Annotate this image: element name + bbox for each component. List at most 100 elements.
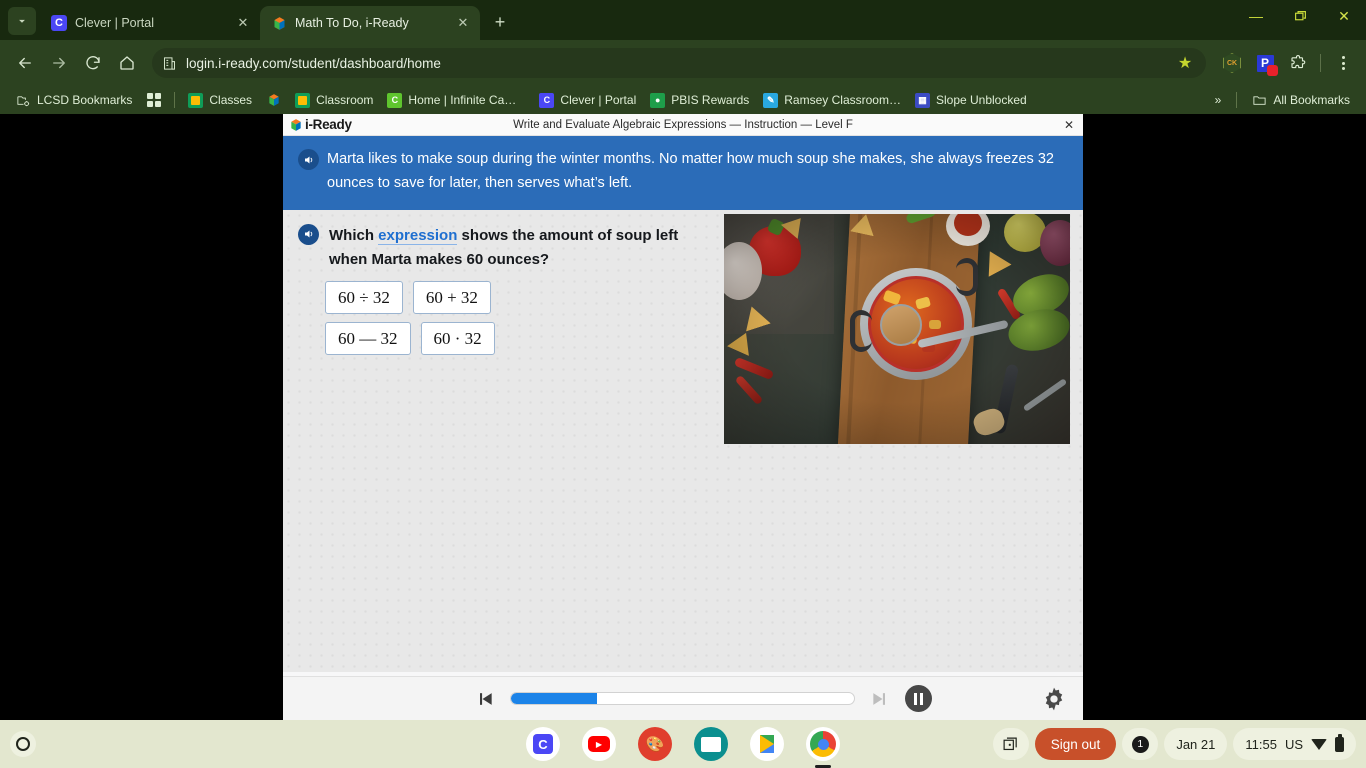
progress-bar[interactable] bbox=[510, 692, 855, 705]
maximize-button[interactable] bbox=[1278, 0, 1322, 32]
bookmark-iready[interactable] bbox=[260, 90, 287, 111]
forward-icon[interactable] bbox=[44, 48, 74, 78]
bookmark-divider bbox=[1236, 92, 1238, 108]
answer-choice-1[interactable]: 60 + 32 bbox=[412, 281, 491, 315]
close-window-button[interactable]: ✕ bbox=[1322, 0, 1366, 32]
google-classroom-icon bbox=[295, 92, 311, 108]
bookmarks-overflow-button[interactable]: » bbox=[1209, 90, 1228, 110]
window-controls: — ✕ bbox=[1234, 0, 1366, 40]
all-bookmarks-button[interactable]: All Bookmarks bbox=[1246, 90, 1356, 111]
new-tab-button[interactable]: + bbox=[486, 8, 514, 36]
status-area[interactable]: 11:55 US bbox=[1233, 728, 1356, 760]
bookmark-lcsd-bookmarks[interactable]: LCSD Bookmarks bbox=[10, 90, 138, 111]
bookmark-infinite-campus[interactable]: C Home | Infinite Cam… bbox=[381, 90, 531, 111]
bookmark-label: Ramsey Classroom… bbox=[784, 93, 901, 107]
previous-button[interactable] bbox=[474, 688, 496, 710]
play-store-app-icon[interactable] bbox=[750, 727, 784, 761]
p-extension-icon[interactable]: P bbox=[1252, 50, 1278, 76]
slope-icon: ▦ bbox=[914, 92, 930, 108]
lesson-title-bar: i-Ready Write and Evaluate Algebraic Exp… bbox=[283, 114, 1083, 136]
url-text: login.i-ready.com/student/dashboard/home bbox=[186, 55, 441, 71]
question-text: Which expression shows the amount of sou… bbox=[329, 224, 718, 273]
screen-capture-button[interactable] bbox=[992, 728, 1029, 760]
bookmark-label: PBIS Rewards bbox=[671, 93, 750, 107]
news-app-icon[interactable] bbox=[694, 727, 728, 761]
soup-photo bbox=[724, 213, 1070, 444]
answer-choices: 60 ÷ 32 60 + 32 60 — 32 60 · 32 bbox=[325, 281, 718, 356]
tab-search-icon[interactable] bbox=[8, 7, 36, 35]
close-icon[interactable]: ✕ bbox=[234, 14, 252, 32]
story-banner: Marta likes to make soup during the wint… bbox=[283, 136, 1083, 210]
ramsey-icon: ✎ bbox=[763, 92, 779, 108]
bookmark-ramsey-classroom[interactable]: ✎ Ramsey Classroom… bbox=[757, 90, 907, 111]
progress-fill bbox=[511, 693, 597, 704]
shelf-app-list: C ▶ 🎨 bbox=[526, 727, 840, 768]
bookmark-pbis-rewards[interactable]: ● PBIS Rewards bbox=[644, 90, 755, 111]
answer-choice-row: 60 ÷ 32 60 + 32 bbox=[325, 281, 718, 315]
bookmark-label: Clever | Portal bbox=[560, 93, 637, 107]
ck-extension-icon[interactable]: CK bbox=[1219, 50, 1245, 76]
banner-text: Marta likes to make soup during the wint… bbox=[327, 151, 1054, 191]
infinite-campus-icon: C bbox=[387, 92, 403, 108]
all-bookmarks-label: All Bookmarks bbox=[1273, 93, 1350, 107]
bookmark-clever-portal[interactable]: C Clever | Portal bbox=[533, 90, 642, 111]
close-icon[interactable]: ✕ bbox=[1061, 117, 1077, 133]
notification-counter[interactable]: 1 bbox=[1122, 728, 1159, 760]
locale-label: US bbox=[1284, 736, 1303, 752]
answer-choice-row: 60 — 32 60 · 32 bbox=[325, 322, 718, 356]
launcher-button[interactable] bbox=[10, 731, 36, 757]
bookmark-apps-grid[interactable] bbox=[140, 90, 167, 111]
iready-logo: i-Ready bbox=[283, 117, 352, 132]
system-tray: Sign out 1 Jan 21 11:55 US bbox=[992, 728, 1356, 760]
sign-out-button[interactable]: Sign out bbox=[1034, 728, 1117, 760]
back-icon[interactable] bbox=[10, 48, 40, 78]
tab-clever-portal[interactable]: C Clever | Portal ✕ bbox=[40, 6, 260, 40]
browser-toolbar: login.i-ready.com/student/dashboard/home… bbox=[0, 40, 1366, 86]
settings-gear-button[interactable] bbox=[1041, 686, 1067, 712]
pause-button[interactable] bbox=[905, 685, 932, 712]
bookmark-label: LCSD Bookmarks bbox=[37, 93, 133, 107]
lesson-player-controls bbox=[283, 676, 1083, 720]
banner-audio-button[interactable] bbox=[298, 149, 319, 170]
answer-choice-0[interactable]: 60 ÷ 32 bbox=[325, 281, 403, 315]
iready-cube-icon bbox=[266, 93, 281, 108]
bookmarks-overflow: » All Bookmarks bbox=[1209, 90, 1356, 111]
minimize-button[interactable]: — bbox=[1234, 0, 1278, 32]
notification-badge: 1 bbox=[1131, 735, 1149, 753]
chrome-menu-icon[interactable] bbox=[1330, 50, 1356, 76]
page-viewport: i-Ready Write and Evaluate Algebraic Exp… bbox=[0, 114, 1366, 720]
canvas-paint-app-icon[interactable]: 🎨 bbox=[638, 727, 672, 761]
pbis-icon: ● bbox=[650, 92, 666, 108]
bookmark-label: Classes bbox=[209, 93, 253, 107]
question-block: Which expression shows the amount of sou… bbox=[298, 223, 718, 364]
screen: C Clever | Portal ✕ Math To Do, i-Ready … bbox=[0, 0, 1366, 768]
youtube-app-icon[interactable]: ▶ bbox=[582, 727, 616, 761]
answer-choice-3[interactable]: 60 · 32 bbox=[420, 322, 495, 356]
date-button[interactable]: Jan 21 bbox=[1164, 728, 1228, 760]
extensions-icon[interactable] bbox=[1285, 50, 1311, 76]
tab-math-to-do-iready[interactable]: Math To Do, i-Ready ✕ bbox=[260, 6, 480, 40]
bookmark-classes[interactable]: Classes bbox=[182, 90, 258, 111]
site-info-icon[interactable] bbox=[160, 54, 178, 72]
tab-strip: C Clever | Portal ✕ Math To Do, i-Ready … bbox=[0, 0, 1366, 40]
reload-icon[interactable] bbox=[78, 48, 108, 78]
clever-icon: C bbox=[539, 92, 555, 108]
bookmarks-bar: LCSD Bookmarks Classes Classroom C Home … bbox=[0, 86, 1366, 114]
extension-badge bbox=[1267, 65, 1278, 76]
answer-choice-2[interactable]: 60 — 32 bbox=[325, 322, 411, 356]
next-button[interactable] bbox=[869, 688, 891, 710]
question-audio-button[interactable] bbox=[298, 223, 319, 245]
iready-lesson-app: i-Ready Write and Evaluate Algebraic Exp… bbox=[283, 114, 1083, 720]
close-icon[interactable]: ✕ bbox=[454, 14, 472, 32]
date-label: Jan 21 bbox=[1176, 736, 1216, 752]
home-icon[interactable] bbox=[112, 48, 142, 78]
time-label: 11:55 bbox=[1245, 736, 1277, 752]
google-classes-icon bbox=[188, 92, 204, 108]
chrome-app-icon[interactable] bbox=[806, 727, 840, 768]
bookmark-star-icon[interactable]: ★ bbox=[1172, 50, 1198, 76]
bookmark-slope-unblocked[interactable]: ▦ Slope Unblocked bbox=[909, 90, 1033, 111]
folder-settings-icon bbox=[16, 93, 31, 108]
clever-app-icon[interactable]: C bbox=[526, 727, 560, 761]
bookmark-classroom[interactable]: Classroom bbox=[289, 90, 379, 111]
address-bar[interactable]: login.i-ready.com/student/dashboard/home… bbox=[152, 48, 1206, 78]
